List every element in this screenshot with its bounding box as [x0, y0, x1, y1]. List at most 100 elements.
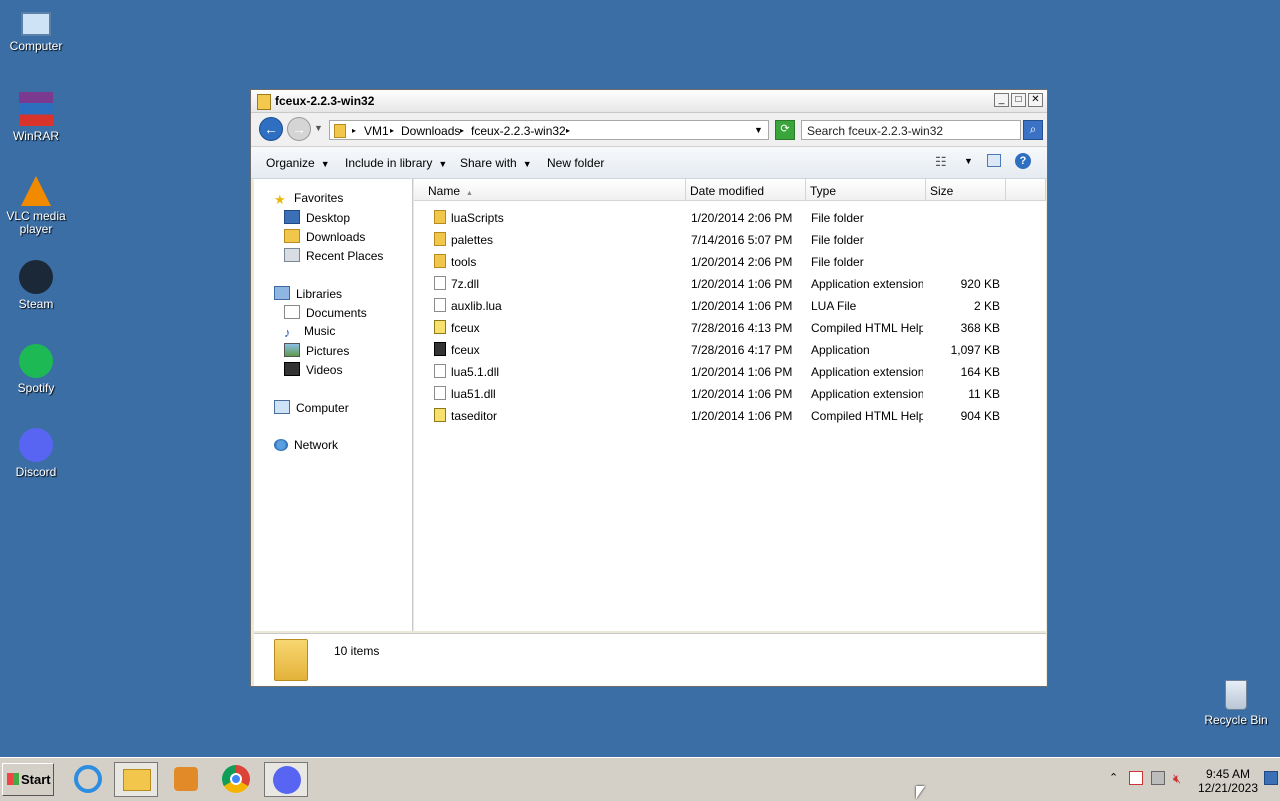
nav-libraries[interactable]: Libraries [274, 286, 342, 301]
nav-videos[interactable]: Videos [284, 362, 342, 377]
organize-button[interactable]: Organize ▼ [266, 156, 330, 170]
desktop-icon-discord[interactable]: Discord [0, 428, 72, 479]
window-title: fceux-2.2.3-win32 [275, 94, 375, 108]
title-bar[interactable]: fceux-2.2.3-win32 _ □ ✕ [251, 90, 1047, 113]
taskbar-discord[interactable] [264, 762, 308, 797]
taskbar-media-player[interactable] [164, 762, 208, 797]
action-center-icon[interactable] [1129, 771, 1143, 785]
search-icon[interactable]: ⌕ [1023, 120, 1043, 140]
view-options-icon[interactable]: ☷ [935, 154, 947, 170]
back-button[interactable]: ← [259, 117, 283, 141]
chevron-right-icon[interactable]: ▸ [460, 126, 464, 135]
taskbar: Start ⌃ 🔇︎ 9:45 AM 12/21/2023 [0, 757, 1280, 801]
file-type: Compiled HTML Help... [811, 321, 923, 335]
address-box[interactable]: ▸ VM1 ▸ Downloads ▸ fceux-2.2.3-win32 ▸ … [329, 120, 769, 140]
nav-computer[interactable]: Computer [274, 400, 349, 415]
volume-muted-icon[interactable]: 🔇︎ [1173, 771, 1181, 787]
desktop-icon-label: Steam [18, 297, 54, 311]
desktop-icon-spotify[interactable]: Spotify [0, 344, 72, 395]
desktop-icon-computer[interactable]: Computer [0, 8, 72, 53]
desktop-icon-label: Discord [15, 465, 57, 479]
details-pane: 10 items [254, 633, 1046, 686]
discord-icon [19, 428, 53, 462]
address-bar: ← → ▼ ▸ VM1 ▸ Downloads ▸ fceux-2.2.3-wi… [251, 113, 1047, 147]
chevron-right-icon[interactable]: ▸ [566, 126, 570, 135]
file-row[interactable]: fceux 7/28/2016 4:13 PM Compiled HTML Help… [414, 317, 1046, 339]
start-button[interactable]: Start [2, 763, 54, 796]
close-button[interactable]: ✕ [1028, 93, 1043, 107]
chevron-down-icon[interactable]: ▼ [964, 156, 973, 166]
file-name: auxlib.lua [451, 299, 502, 313]
desktop-icon-recycle-bin[interactable]: Recycle Bin [1200, 680, 1272, 727]
chevron-right-icon[interactable]: ▸ [352, 126, 356, 135]
maximize-button[interactable]: □ [1011, 93, 1026, 107]
file-type: Application [811, 343, 870, 357]
file-row[interactable]: tools 1/20/2014 2:06 PM File folder [414, 251, 1046, 273]
file-type: Application extension [811, 387, 923, 401]
file-row[interactable]: taseditor 1/20/2014 1:06 PM Compiled HTML … [414, 405, 1046, 427]
column-header-date[interactable]: Date modified [686, 179, 806, 201]
share-with-button[interactable]: Share with ▼ [460, 156, 532, 170]
recent-pages-chevron-icon[interactable]: ▼ [314, 123, 323, 133]
folder-icon [257, 94, 271, 110]
forward-button[interactable]: → [287, 117, 311, 141]
mouse-cursor-icon [916, 786, 925, 799]
file-row[interactable]: lua51.dll 1/20/2014 1:06 PM Application ex… [414, 383, 1046, 405]
file-row[interactable]: fceux 7/28/2016 4:17 PM Application 1,097 K… [414, 339, 1046, 361]
nav-documents[interactable]: Documents [284, 305, 367, 320]
show-hidden-icons-icon[interactable]: ⌃ [1109, 771, 1118, 784]
folder-icon [274, 639, 308, 681]
file-date-modified: 1/20/2014 1:06 PM [691, 299, 793, 313]
file-name: fceux [451, 343, 480, 357]
breadcrumb-downloads[interactable]: Downloads [401, 124, 460, 138]
desktop-icon-vlc[interactable]: VLC media player [0, 176, 72, 236]
breadcrumb-vm1[interactable]: VM1 [364, 124, 389, 138]
column-header-name[interactable]: Name ▲ [414, 179, 686, 201]
nav-pictures[interactable]: Pictures [284, 343, 349, 358]
include-in-library-button[interactable]: Include in library ▼ [345, 156, 447, 170]
folder-icon [434, 254, 446, 268]
network-status-icon[interactable] [1151, 771, 1165, 785]
chevron-down-icon: ▼ [320, 159, 330, 169]
nav-favorites[interactable]: ★ Favorites [274, 191, 343, 207]
preview-pane-icon[interactable] [987, 154, 1001, 167]
minimize-button[interactable]: _ [994, 93, 1009, 107]
explorer-window[interactable]: fceux-2.2.3-win32 _ □ ✕ ← → ▼ ▸ VM1 ▸ Do… [250, 89, 1048, 687]
file-size: 1,097 KB [950, 343, 1000, 357]
libraries-icon [274, 286, 290, 300]
desktop-icon-winrar[interactable]: WinRAR [0, 92, 72, 143]
file-date-modified: 7/14/2016 5:07 PM [691, 233, 793, 247]
desktop-icon-steam[interactable]: Steam [0, 260, 72, 311]
file-row[interactable]: 7z.dll 1/20/2014 1:06 PM Application exten… [414, 273, 1046, 295]
show-desktop-icon[interactable] [1264, 771, 1278, 785]
discord-icon [273, 766, 301, 794]
file-row[interactable]: palettes 7/14/2016 5:07 PM File folder [414, 229, 1046, 251]
file-row[interactable]: luaScripts 1/20/2014 2:06 PM File folder [414, 207, 1046, 229]
desktop-icon-label: WinRAR [12, 129, 59, 143]
taskbar-internet-explorer[interactable] [66, 762, 110, 797]
column-header-type[interactable]: Type [806, 179, 926, 201]
address-dropdown-icon[interactable]: ▼ [754, 125, 763, 135]
clock[interactable]: 9:45 AM 12/21/2023 [1198, 767, 1258, 795]
refresh-button[interactable]: ⟳ [775, 120, 795, 140]
column-header-size[interactable]: Size [926, 179, 1006, 201]
nav-recent-places[interactable]: Recent Places [284, 248, 383, 263]
search-input[interactable]: Search fceux-2.2.3-win32 [801, 120, 1021, 140]
help-icon[interactable]: ? [1015, 153, 1031, 169]
file-size: 920 KB [960, 277, 1000, 291]
nav-desktop[interactable]: Desktop [284, 210, 350, 225]
nav-downloads[interactable]: Downloads [284, 229, 365, 244]
taskbar-chrome[interactable] [214, 762, 258, 797]
chevron-right-icon[interactable]: ▸ [390, 126, 394, 135]
taskbar-file-explorer[interactable] [114, 762, 158, 797]
file-type: Application extension [811, 365, 923, 379]
new-folder-button[interactable]: New folder [547, 156, 604, 170]
column-header-spacer [1006, 179, 1046, 201]
file-row[interactable]: auxlib.lua 1/20/2014 1:06 PM LUA File 2 KB [414, 295, 1046, 317]
breadcrumb-current[interactable]: fceux-2.2.3-win32 [471, 124, 566, 138]
nav-network[interactable]: Network [274, 438, 338, 452]
file-row[interactable]: lua5.1.dll 1/20/2014 1:06 PM Application e… [414, 361, 1046, 383]
file-name: luaScripts [451, 211, 504, 225]
nav-music[interactable]: ♪ Music [284, 324, 335, 340]
file-name: tools [451, 255, 477, 269]
